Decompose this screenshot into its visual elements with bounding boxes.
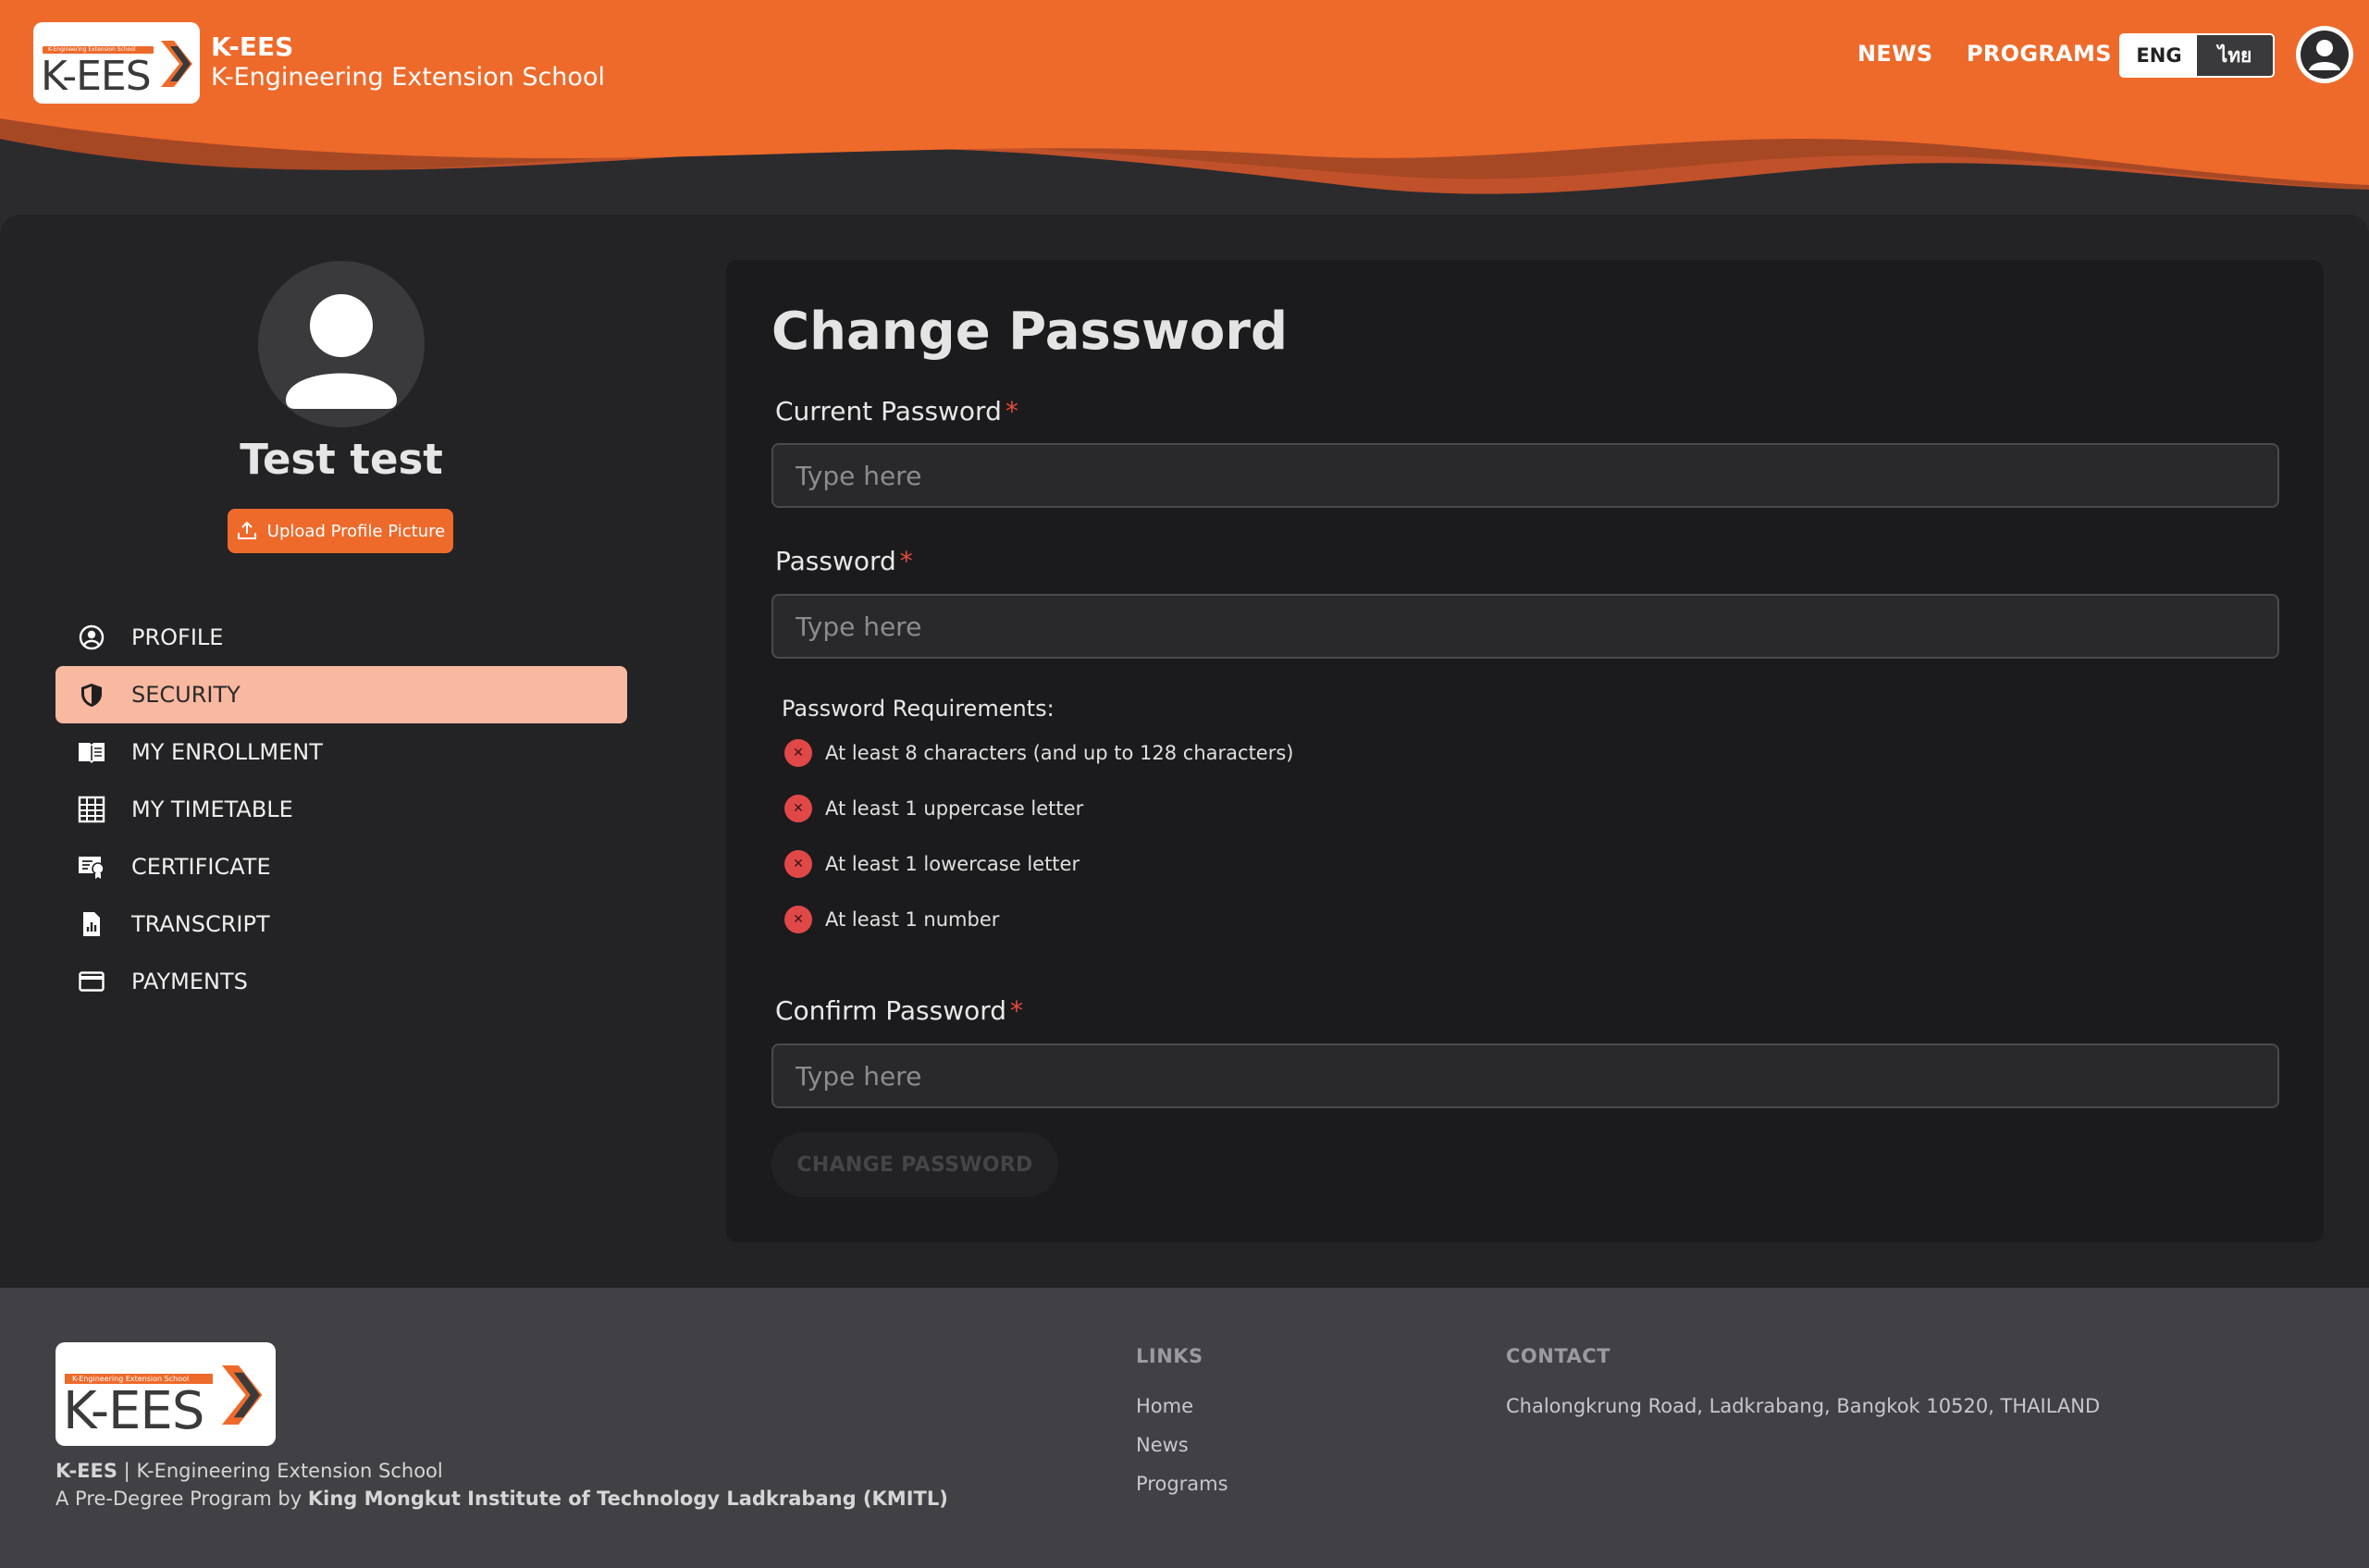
logo-chevron-icon [222, 1365, 263, 1425]
requirement-text: At least 8 characters (and up to 128 cha… [825, 742, 1294, 764]
current-password-input[interactable] [771, 443, 2279, 508]
sidebar-item-label: CERTIFICATE [131, 854, 271, 880]
sidebar-item-my-enrollment[interactable]: MY ENROLLMENT [56, 723, 627, 781]
footer-link-news[interactable]: News [1136, 1434, 1189, 1456]
footer-links-heading: LINKS [1136, 1345, 1203, 1367]
profile-name: Test test [240, 435, 443, 484]
footer-contact-address: Chalongkrung Road, Ladkrabang, Bangkok 1… [1506, 1395, 2101, 1417]
x-circle-icon: ✕ [784, 906, 812, 933]
sidebar-item-label: PAYMENTS [131, 969, 248, 994]
change-password-button[interactable]: CHANGE PASSWORD [771, 1132, 1058, 1197]
sidebar-item-label: SECURITY [131, 682, 241, 708]
sidebar-item-label: TRANSCRIPT [131, 911, 270, 937]
site-header: K-Engineering Extension School K-EES K-E… [0, 0, 2369, 222]
logo-text: K-EES [63, 1381, 204, 1441]
current-password-label-text: Current Password [775, 396, 1002, 426]
upload-profile-picture-button[interactable]: Upload Profile Picture [228, 509, 453, 553]
current-password-label: Current Password * [775, 396, 1018, 426]
header-logo[interactable]: K-Engineering Extension School K-EES [33, 22, 200, 104]
nav-programs-link[interactable]: PROGRAMS [1967, 41, 2112, 67]
password-requirements-title: Password Requirements: [782, 696, 1055, 722]
x-circle-icon: ✕ [784, 850, 812, 878]
brand-subtitle: K-Engineering Extension School [211, 63, 605, 92]
password-label: Password * [775, 546, 913, 576]
profile-avatar [258, 261, 425, 427]
credit-card-icon [78, 968, 105, 995]
sidebar-item-profile[interactable]: PROFILE [56, 609, 627, 666]
site-footer [0, 1288, 2369, 1568]
confirm-password-input[interactable] [771, 1043, 2279, 1108]
x-circle-icon: ✕ [784, 739, 812, 767]
footer-separator: | [123, 1460, 130, 1482]
sidebar-item-label: PROFILE [131, 624, 224, 650]
grid-table-icon [78, 796, 105, 823]
brand-title: K-EES [211, 31, 294, 62]
footer-contact-heading: CONTACT [1506, 1345, 1611, 1367]
required-asterisk: * [1005, 396, 1018, 426]
footer-brand-full: K-Engineering Extension School [136, 1460, 443, 1482]
sidebar-item-label: MY ENROLLMENT [131, 739, 323, 765]
user-account-button[interactable] [2296, 26, 2353, 83]
x-circle-icon: ✕ [784, 795, 812, 822]
confirm-password-label: Confirm Password * [775, 995, 1023, 1026]
requirement-item: ✕ At least 1 number [784, 906, 999, 933]
shield-icon [78, 681, 105, 709]
required-asterisk: * [899, 546, 913, 576]
requirement-text: At least 1 number [825, 908, 1000, 931]
sidebar-item-security[interactable]: SECURITY [56, 666, 627, 723]
required-asterisk: * [1010, 995, 1024, 1026]
upload-icon [237, 521, 256, 539]
footer-tagline-prefix: A Pre-Degree Program by [56, 1488, 302, 1510]
footer-brand: K-EES [56, 1460, 117, 1482]
requirement-item: ✕ At least 1 lowercase letter [784, 850, 1080, 878]
requirement-text: At least 1 lowercase letter [825, 853, 1080, 875]
sidebar-item-payments[interactable]: PAYMENTS [56, 953, 627, 1010]
footer-tagline: A Pre-Degree Program by King Mongkut Ins… [56, 1488, 948, 1510]
certificate-icon [78, 853, 105, 881]
requirement-item: ✕ At least 8 characters (and up to 128 c… [784, 739, 1294, 767]
sidebar-item-transcript[interactable]: TRANSCRIPT [56, 895, 627, 953]
page-title: Change Password [771, 302, 1289, 362]
footer-link-home[interactable]: Home [1136, 1395, 1193, 1417]
requirement-text: At least 1 uppercase letter [825, 797, 1084, 820]
password-input[interactable] [771, 594, 2279, 659]
logo-chevron-icon [161, 41, 192, 87]
sidebar-item-my-timetable[interactable]: MY TIMETABLE [56, 781, 627, 838]
lang-thai-button[interactable]: ไทย [2197, 35, 2273, 76]
logo-text: K-EES [41, 53, 152, 100]
nav-news-link[interactable]: NEWS [1857, 41, 1932, 67]
account-circle-icon [78, 623, 105, 651]
user-silhouette-icon [286, 294, 397, 409]
language-toggle: ENG ไทย [2119, 33, 2275, 78]
footer-link-programs[interactable]: Programs [1136, 1473, 1228, 1495]
footer-institution: King Mongkut Institute of Technology Lad… [307, 1488, 948, 1510]
user-avatar-icon [2298, 28, 2351, 81]
document-chart-icon [78, 910, 105, 938]
confirm-password-label-text: Confirm Password [775, 995, 1007, 1026]
header-wave-background [0, 0, 2369, 222]
upload-button-label: Upload Profile Picture [266, 521, 446, 541]
sidebar-item-label: MY TIMETABLE [131, 796, 293, 822]
book-open-icon [78, 738, 105, 766]
lang-eng-button[interactable]: ENG [2121, 35, 2197, 76]
footer-logo[interactable]: K-Engineering Extension School K-EES [56, 1342, 276, 1446]
requirement-item: ✕ At least 1 uppercase letter [784, 795, 1083, 822]
footer-brand-line: K-EES | K-Engineering Extension School [56, 1460, 443, 1482]
sidebar-item-certificate[interactable]: CERTIFICATE [56, 838, 627, 895]
sidebar-menu: PROFILE SECURITY MY ENROLLMENT MY TIMETA… [56, 609, 627, 1010]
password-label-text: Password [775, 546, 896, 576]
